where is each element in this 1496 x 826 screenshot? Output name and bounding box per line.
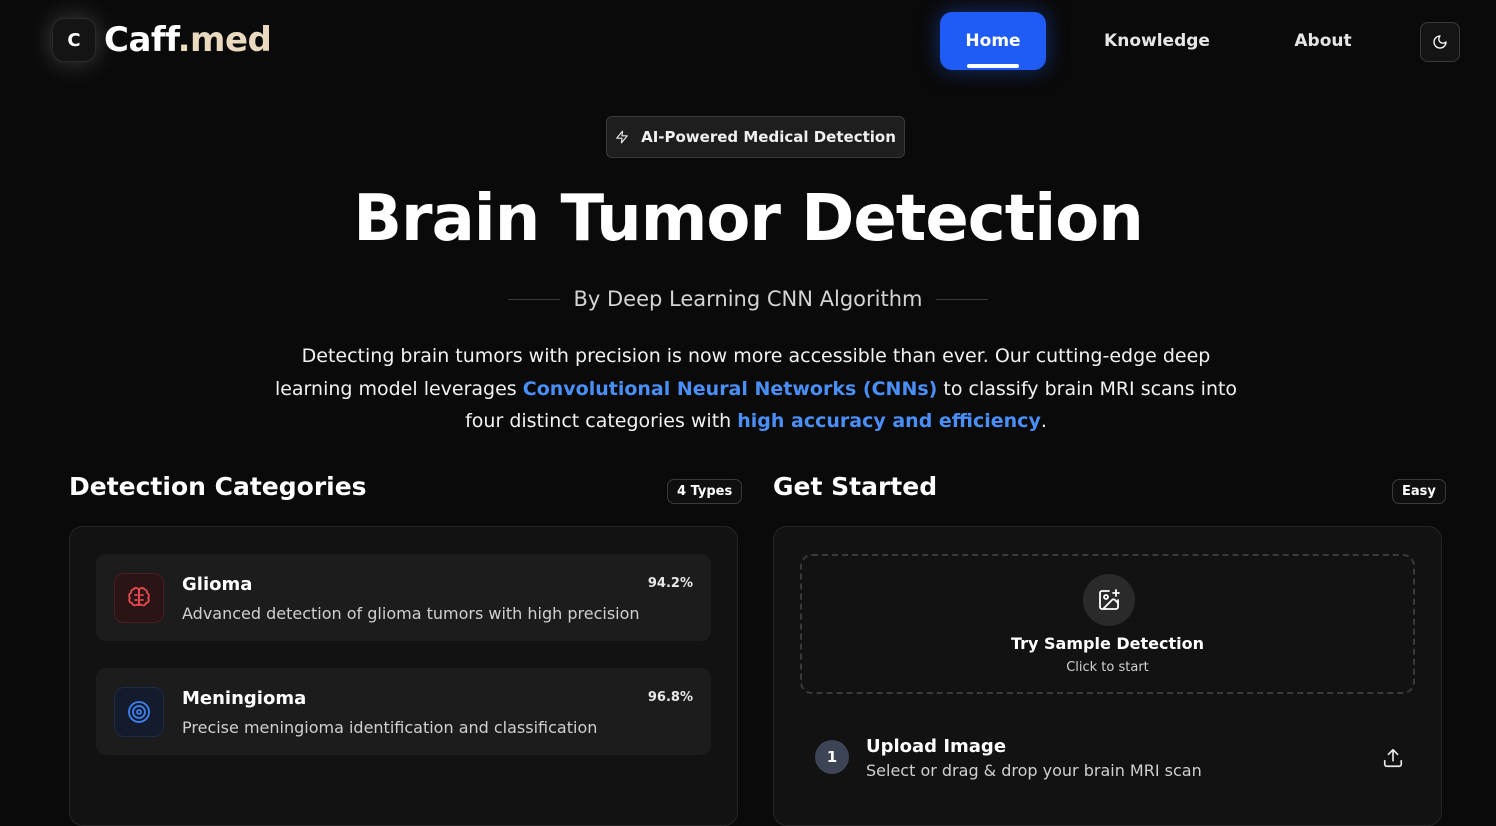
sample-detection-dropzone[interactable]: Try Sample Detection Click to start: [800, 554, 1415, 694]
desc-highlight-cnn: Convolutional Neural Networks (CNNs): [522, 377, 938, 400]
nav-home-link[interactable]: Home: [940, 12, 1046, 70]
logo-text: Caff.med: [104, 20, 272, 60]
active-indicator: [967, 64, 1019, 68]
divider-left: [507, 298, 560, 300]
step-title: Upload Image: [866, 736, 1007, 757]
category-card-glioma[interactable]: Glioma Advanced detection of glioma tumo…: [96, 554, 711, 641]
logo-badge: C: [52, 18, 96, 62]
hero-subtitle: By Deep Learning CNN Algorithm: [0, 284, 1496, 314]
desc-part-3: .: [1040, 410, 1047, 432]
upload-icon[interactable]: [1382, 747, 1404, 769]
step-description: Select or drag & drop your brain MRI sca…: [866, 761, 1202, 780]
nav-about-label: About: [1294, 31, 1352, 51]
hero-badge-label: AI-Powered Medical Detection: [641, 128, 896, 146]
category-accuracy: 94.2%: [647, 576, 693, 591]
desc-highlight-accuracy: high accuracy and efficiency: [737, 410, 1041, 432]
categories-count-badge: 4 Types: [667, 479, 743, 504]
category-card-meningioma[interactable]: Meningioma Precise meningioma identifica…: [96, 668, 711, 755]
nav-knowledge-label: Knowledge: [1104, 31, 1210, 51]
categories-panel: Glioma Advanced detection of glioma tumo…: [69, 526, 738, 826]
get-started-panel: Try Sample Detection Click to start 1 Up…: [773, 526, 1442, 826]
category-accuracy: 96.8%: [647, 690, 693, 705]
detection-categories-heading: Detection Categories: [69, 472, 367, 501]
hero-description: Detecting brain tumors with precision is…: [268, 340, 1244, 438]
category-description: Advanced detection of glioma tumors with…: [182, 604, 640, 623]
brain-icon: [114, 573, 164, 623]
logo-text-secondary: .med: [177, 20, 272, 60]
logo[interactable]: C Caff.med: [52, 18, 272, 62]
top-nav: C Caff.med Home Knowledge About: [0, 0, 1496, 84]
divider-right: [936, 298, 989, 300]
page-title: Brain Tumor Detection: [353, 182, 1144, 256]
sample-detection-subtitle: Click to start: [1066, 660, 1149, 675]
nav-about-link[interactable]: About: [1288, 12, 1358, 70]
lightning-icon: [616, 130, 628, 144]
sample-detection-title: Try Sample Detection: [1010, 634, 1205, 653]
category-description: Precise meningioma identification and cl…: [182, 718, 598, 737]
image-plus-icon: [1083, 574, 1135, 626]
logo-text-primary: Caff: [104, 20, 178, 60]
step-number-badge: 1: [815, 740, 849, 774]
category-name: Glioma: [182, 574, 253, 595]
category-name: Meningioma: [182, 688, 307, 709]
difficulty-badge: Easy: [1392, 479, 1446, 504]
theme-toggle-button[interactable]: [1420, 22, 1460, 62]
hero-subtitle-text: By Deep Learning CNN Algorithm: [573, 287, 923, 311]
nav-home-label: Home: [965, 31, 1021, 51]
moon-icon: [1433, 35, 1447, 49]
nav-knowledge-link[interactable]: Knowledge: [1100, 12, 1214, 70]
target-icon: [114, 687, 164, 737]
hero-badge: AI-Powered Medical Detection: [606, 116, 905, 158]
get-started-heading: Get Started: [773, 472, 938, 501]
